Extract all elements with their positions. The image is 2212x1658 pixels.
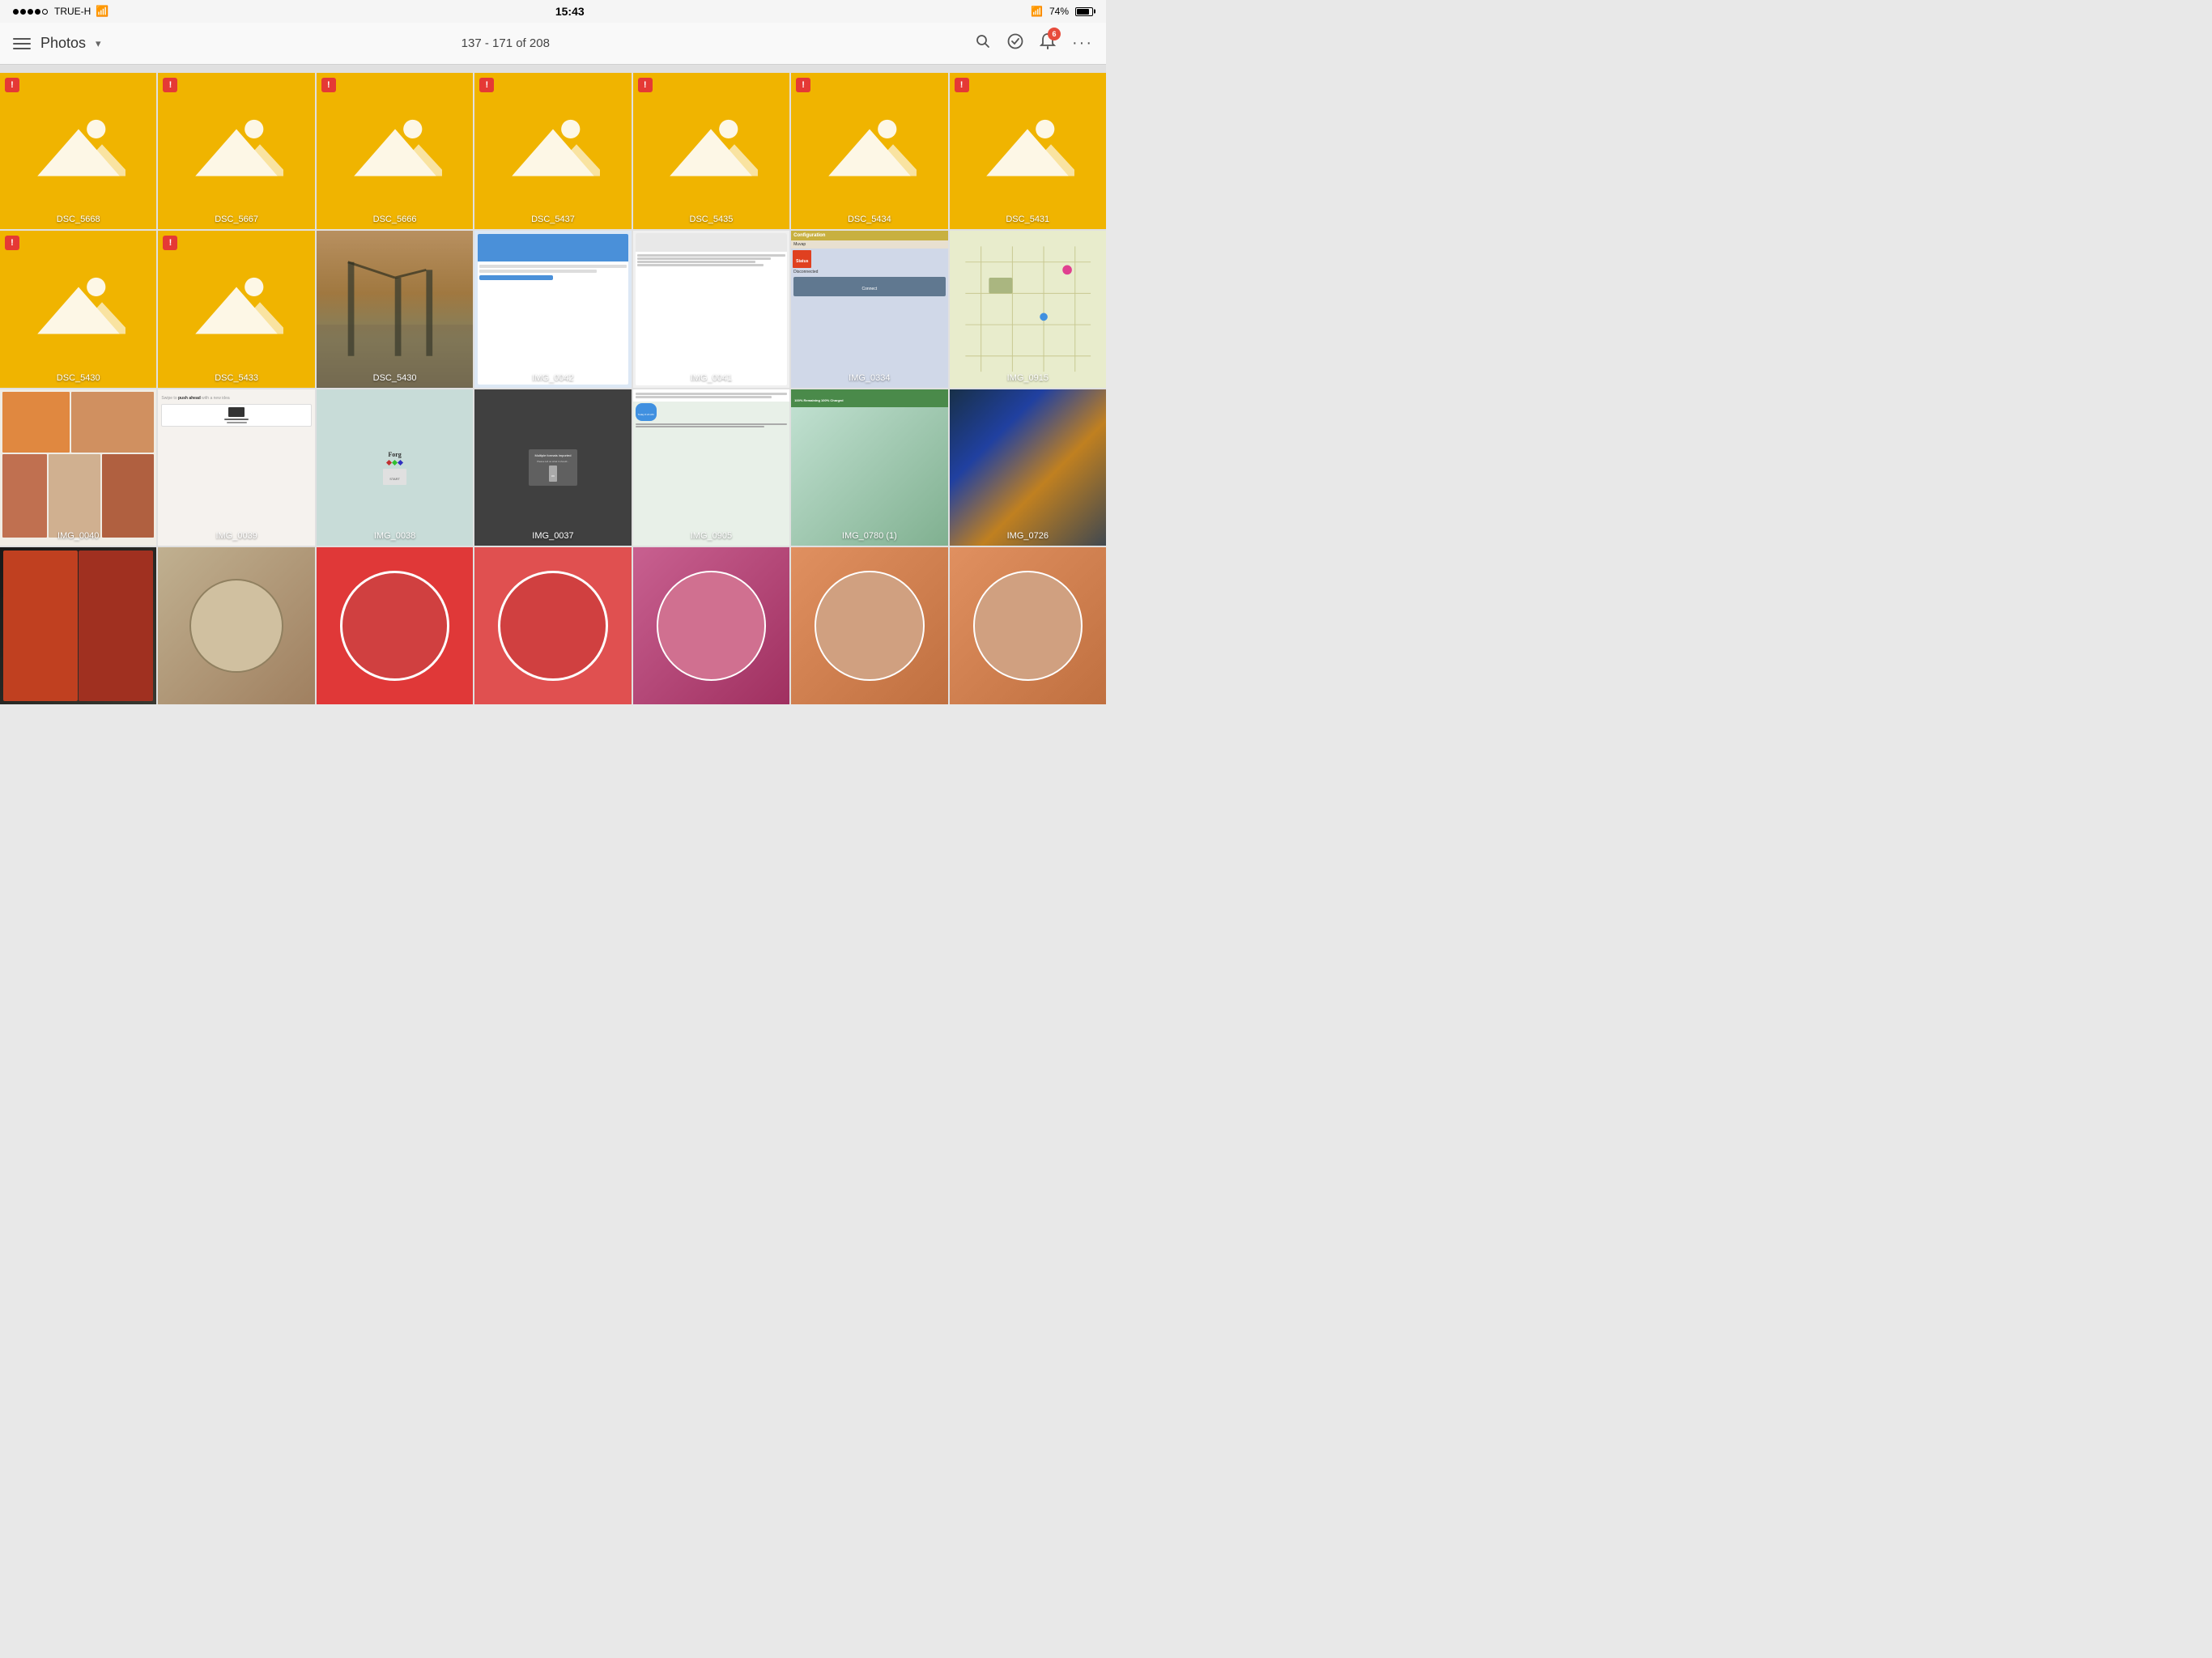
notification-badge: 6 [1048,28,1061,40]
photo-cell-DSC_5437[interactable]: ! DSC_5437 [474,73,631,229]
photo-label-DSC_5437: DSC_5437 [474,215,631,224]
status-left: TRUE-H 📶 [13,5,109,18]
nav-count: 137 - 171 of 208 [46,36,965,50]
photo-cell-IMG_0042[interactable]: IMG_0042 [474,231,631,387]
photo-cell-IMG_0334[interactable]: Configuration Muvap Status Disconnected … [791,231,947,387]
search-button[interactable] [975,33,991,53]
photo-cell-DSC_5430b[interactable]: DSC_5430 [317,231,473,387]
nav-bar: Photos ▾ 137 - 171 of 208 6 ··· [0,23,1106,65]
carrier-label: TRUE-H [54,6,91,17]
battery-percent: 74% [1049,6,1069,17]
photo-label-DSC_5431: DSC_5431 [950,215,1106,224]
photo-label-IMG_0915: IMG_0915 [950,373,1106,383]
wifi-icon: 📶 [96,5,108,18]
photo-cell-row4_1[interactable] [0,547,156,704]
bluetooth-icon: 📶 [1031,6,1043,17]
photo-label-IMG_0038: IMG_0038 [317,531,473,541]
warning-badge-DSC_5666: ! [321,78,336,92]
photo-label-DSC_5667: DSC_5667 [158,215,314,224]
photo-cell-DSC_5435[interactable]: ! DSC_5435 [633,73,789,229]
warning-badge-DSC_5437: ! [479,78,494,92]
photo-cell-IMG_0040[interactable]: IMG_0040 [0,389,156,546]
warning-badge-DSC_5430a: ! [5,236,19,250]
warning-badge-DSC_5434: ! [796,78,810,92]
photo-label-IMG_0042: IMG_0042 [474,373,631,383]
warning-badge-DSC_5433: ! [163,236,177,250]
status-bar: TRUE-H 📶 15:43 📶 74% [0,0,1106,23]
warning-badge-DSC_5431: ! [955,78,969,92]
photo-cell-row4_4[interactable] [474,547,631,704]
photo-label-DSC_5666: DSC_5666 [317,215,473,224]
photo-cell-DSC_5433[interactable]: ! DSC_5433 [158,231,314,387]
status-right: 📶 74% [1031,6,1093,17]
photo-cell-IMG_0039[interactable]: Swipe to push ahead with a new idea IMG_… [158,389,314,546]
photo-cell-IMG_0037[interactable]: Multiple formats imported Please tell us… [474,389,631,546]
photo-cell-IMG_0038[interactable]: Forg START IMG_0038 [317,389,473,546]
battery-icon [1075,7,1093,16]
photo-label-DSC_5430b: DSC_5430 [317,373,473,383]
photo-cell-row4_7[interactable] [950,547,1106,704]
check-circle-button[interactable] [1007,33,1023,53]
photo-cell-DSC_5666[interactable]: ! DSC_5666 [317,73,473,229]
photo-cell-IMG_0726[interactable]: IMG_0726 [950,389,1106,546]
photo-cell-DSC_5434[interactable]: ! DSC_5434 [791,73,947,229]
photo-grid: !DSC_5668 !DSC_5667 !DSC_5666 !DSC_5437 … [0,73,1106,704]
photo-label-DSC_5434: DSC_5434 [791,215,947,224]
photo-cell-DSC_5430a[interactable]: ! DSC_5430 [0,231,156,387]
photo-label-IMG_0905: IMG_0905 [633,531,789,541]
section-divider [0,65,1106,73]
signal-dots [13,6,49,17]
status-time: 15:43 [555,5,585,18]
photo-cell-row4_2[interactable] [158,547,314,704]
photo-label-DSC_5430a: DSC_5430 [0,373,156,383]
photo-cell-DSC_5668[interactable]: ! DSC_5668 [0,73,156,229]
photo-cell-DSC_5667[interactable]: ! DSC_5667 [158,73,314,229]
photo-label-IMG_0041: IMG_0041 [633,373,789,383]
hamburger-button[interactable] [13,38,31,49]
photo-cell-IMG_0041[interactable]: IMG_0041 [633,231,789,387]
more-button[interactable]: ··· [1072,34,1093,53]
photo-label-IMG_0334: IMG_0334 [791,373,947,383]
photo-cell-row4_5[interactable] [633,547,789,704]
photo-label-IMG_0037: IMG_0037 [474,531,631,541]
warning-badge-DSC_5435: ! [638,78,653,92]
photo-label-IMG_0726: IMG_0726 [950,531,1106,541]
photo-label-DSC_5433: DSC_5433 [158,373,314,383]
nav-actions: 6 ··· [975,32,1093,54]
photo-cell-IMG_0905[interactable]: Today 6:24 AM IMG_0905 [633,389,789,546]
photo-label-IMG_0780: IMG_0780 (1) [791,531,947,541]
photo-cell-IMG_0780[interactable]: 100% Remaining 100% Charged IMG_0780 (1) [791,389,947,546]
photo-cell-row4_6[interactable] [791,547,947,704]
photo-label-DSC_5435: DSC_5435 [633,215,789,224]
photo-label-IMG_0040: IMG_0040 [0,531,156,541]
photo-label-DSC_5668: DSC_5668 [0,215,156,224]
notification-button[interactable]: 6 [1040,32,1056,54]
photo-cell-DSC_5431[interactable]: ! DSC_5431 [950,73,1106,229]
warning-badge-DSC_5668: ! [5,78,19,92]
warning-badge-DSC_5667: ! [163,78,177,92]
photo-label-IMG_0039: IMG_0039 [158,531,314,541]
photo-cell-row4_3[interactable] [317,547,473,704]
photo-cell-IMG_0915[interactable]: IMG_0915 [950,231,1106,387]
